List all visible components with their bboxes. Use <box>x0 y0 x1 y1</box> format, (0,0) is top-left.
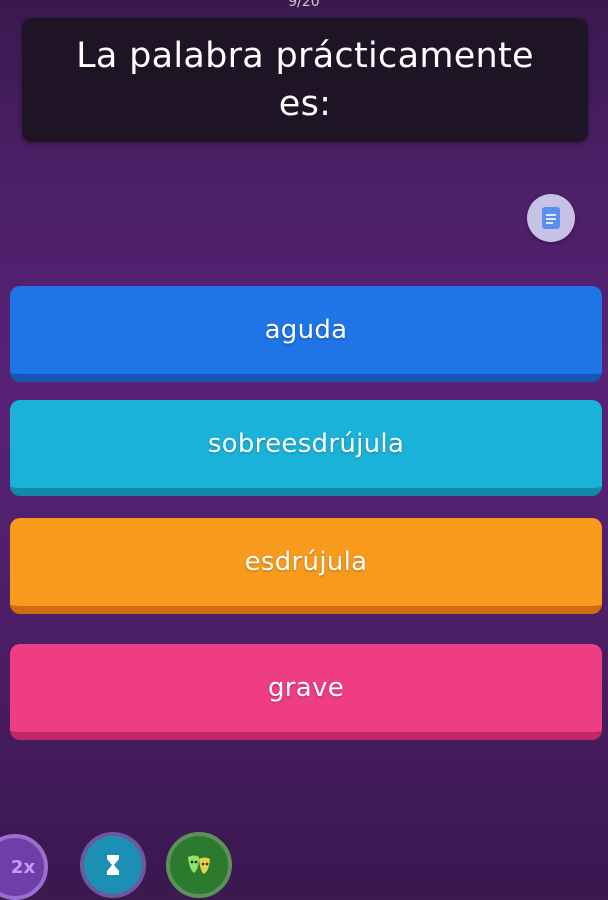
question-counter: 9/20 <box>288 0 320 10</box>
powerups-bar: 2x <box>0 828 608 900</box>
answer-option-3[interactable]: esdrújula <box>10 518 602 614</box>
double-points-powerup[interactable]: 2x <box>0 834 48 900</box>
time-powerup[interactable] <box>80 832 146 898</box>
answer-option-2[interactable]: sobreesdrújula <box>10 400 602 496</box>
answer-option-1[interactable]: aguda <box>10 286 602 382</box>
double-points-label: 2x <box>10 856 36 878</box>
mask-powerup[interactable] <box>166 832 232 898</box>
question-card: La palabra prácticamente es: <box>22 18 588 142</box>
answer-option-4[interactable]: grave <box>10 644 602 740</box>
read-aloud-button[interactable] <box>527 194 575 242</box>
hourglass-icon <box>107 855 119 875</box>
question-text: La palabra prácticamente es: <box>76 36 534 124</box>
theater-masks-icon <box>188 855 210 874</box>
document-icon <box>542 207 560 229</box>
